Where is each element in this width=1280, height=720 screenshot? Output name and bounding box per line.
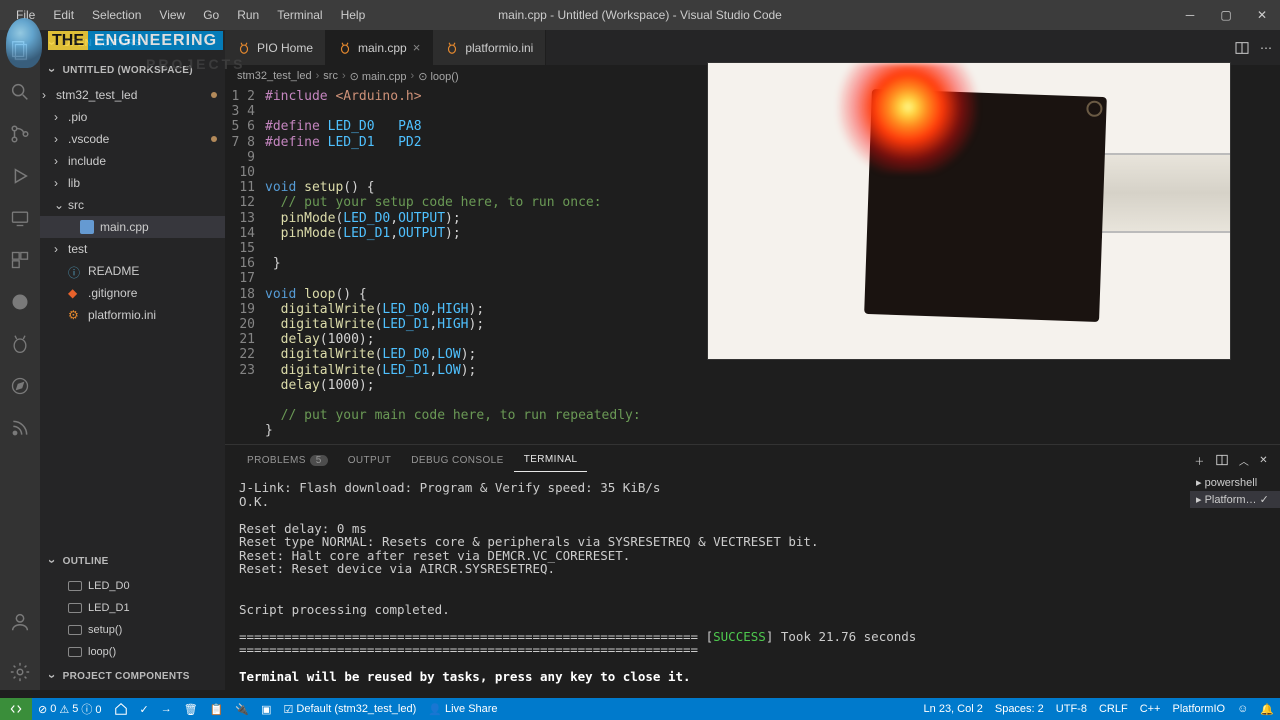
tree-test[interactable]: ›test bbox=[40, 238, 225, 260]
term-session-Platform[interactable]: ▸ Platform… ✓ bbox=[1190, 491, 1280, 508]
project-components-section[interactable]: PROJECT COMPONENTS bbox=[40, 663, 225, 690]
accounts-icon[interactable] bbox=[8, 610, 32, 634]
close-panel-icon[interactable]: ✕ bbox=[1259, 455, 1268, 466]
tree--vscode[interactable]: ›.vscode bbox=[40, 128, 225, 150]
status-errors[interactable]: ⊘0 ⚠5 ⓘ 0 bbox=[32, 698, 108, 720]
platformio-status[interactable]: PlatformIO bbox=[1166, 698, 1231, 720]
maximize-panel-icon[interactable]: ︿ bbox=[1239, 453, 1249, 468]
run-debug-icon[interactable] bbox=[8, 164, 32, 188]
workspace-section[interactable]: UNTITLED (WORKSPACE) bbox=[40, 57, 225, 84]
tree-main-cpp[interactable]: main.cpp bbox=[40, 216, 225, 238]
search-icon[interactable] bbox=[8, 80, 32, 104]
menu-help[interactable]: Help bbox=[333, 4, 374, 26]
panel-tab-problems[interactable]: PROBLEMS5 bbox=[237, 449, 338, 472]
pio-terminal-button[interactable]: ▣ bbox=[255, 698, 277, 720]
panel-tab-debug-console[interactable]: DEBUG CONSOLE bbox=[401, 449, 513, 472]
pio-build-button[interactable]: ✓ bbox=[134, 698, 155, 720]
remote-explorer-icon[interactable] bbox=[8, 206, 32, 230]
pio-env[interactable]: ☑ Default (stm32_test_led) bbox=[278, 698, 423, 720]
outline-list: LED_D0LED_D1setup()loop() bbox=[40, 575, 225, 663]
bottom-panel: PROBLEMS5OUTPUTDEBUG CONSOLETERMINAL ＋ ︿… bbox=[225, 444, 1280, 690]
close-tab-icon[interactable]: × bbox=[413, 40, 421, 55]
feedback-icon[interactable]: ☺ bbox=[1231, 698, 1254, 720]
title-bar: FileEditSelectionViewGoRunTerminalHelp m… bbox=[0, 0, 1280, 30]
compass-icon[interactable] bbox=[8, 374, 32, 398]
menu-selection[interactable]: Selection bbox=[84, 4, 149, 26]
platformio-icon[interactable] bbox=[8, 332, 32, 356]
eol[interactable]: CRLF bbox=[1093, 698, 1134, 720]
menu-view[interactable]: View bbox=[151, 4, 193, 26]
menu-terminal[interactable]: Terminal bbox=[269, 4, 330, 26]
github-icon[interactable] bbox=[8, 290, 32, 314]
cursor-position[interactable]: Ln 23, Col 2 bbox=[918, 698, 989, 720]
tree-lib[interactable]: ›lib bbox=[40, 172, 225, 194]
window-controls: ─ ▢ ✕ bbox=[1172, 0, 1280, 30]
notifications-icon[interactable]: 🔔 bbox=[1254, 698, 1280, 720]
line-numbers: 1 2 3 4 5 6 7 8 9 10 11 12 13 14 15 16 1… bbox=[225, 87, 265, 444]
pio-home-button[interactable] bbox=[108, 698, 134, 720]
menu-file[interactable]: File bbox=[8, 4, 43, 26]
tree-platformio-ini[interactable]: ⚙platformio.ini bbox=[40, 304, 225, 326]
outline-setup[interactable]: setup() bbox=[40, 619, 225, 641]
terminal-sessions: ▸ powershell▸ Platform… ✓ bbox=[1190, 474, 1280, 508]
explorer-icon[interactable] bbox=[8, 38, 32, 62]
file-tree: ›stm32_test_led›.pio›.vscode›include›lib… bbox=[40, 84, 225, 548]
indentation[interactable]: Spaces: 2 bbox=[989, 698, 1050, 720]
hardware-photo bbox=[707, 62, 1231, 360]
split-editor-icon[interactable] bbox=[1234, 40, 1250, 56]
minimize-button[interactable]: ─ bbox=[1172, 0, 1208, 30]
menu-go[interactable]: Go bbox=[195, 4, 227, 26]
tab-pio-home[interactable]: PIO Home bbox=[225, 30, 326, 65]
tab-platformio-ini[interactable]: platformio.ini bbox=[433, 30, 546, 65]
pio-test-button[interactable]: 📋 bbox=[204, 698, 230, 720]
open-editors-section[interactable]: OPEN EDITORS bbox=[40, 30, 225, 57]
menu-edit[interactable]: Edit bbox=[45, 4, 82, 26]
outline-LED_D0[interactable]: LED_D0 bbox=[40, 575, 225, 597]
panel-tab-output[interactable]: OUTPUT bbox=[338, 449, 402, 472]
editor-tabs: PIO Homemain.cpp×platformio.ini ⋯ bbox=[225, 30, 1280, 65]
tab-main-cpp[interactable]: main.cpp× bbox=[326, 30, 433, 65]
ribbon-cable bbox=[1090, 153, 1230, 233]
live-share[interactable]: 👤 Live Share bbox=[422, 698, 503, 720]
tree--pio[interactable]: ›.pio bbox=[40, 106, 225, 128]
feed-icon[interactable] bbox=[8, 416, 32, 440]
panel-tabs: PROBLEMS5OUTPUTDEBUG CONSOLETERMINAL ＋ ︿… bbox=[225, 445, 1280, 475]
outline-section[interactable]: OUTLINE bbox=[40, 548, 225, 575]
source-control-icon[interactable] bbox=[8, 122, 32, 146]
terminal-output[interactable]: J-Link: Flash download: Program & Verify… bbox=[225, 475, 1280, 690]
remote-indicator[interactable] bbox=[0, 698, 32, 720]
tree-src[interactable]: ⌄src bbox=[40, 194, 225, 216]
maximize-button[interactable]: ▢ bbox=[1208, 0, 1244, 30]
more-icon[interactable]: ⋯ bbox=[1260, 41, 1272, 55]
close-button[interactable]: ✕ bbox=[1244, 0, 1280, 30]
new-terminal-icon[interactable]: ＋ bbox=[1194, 453, 1204, 468]
activity-bar bbox=[0, 30, 40, 690]
tree--gitignore[interactable]: ◆.gitignore bbox=[40, 282, 225, 304]
pio-upload-button[interactable]: → bbox=[155, 698, 178, 720]
menu-run[interactable]: Run bbox=[229, 4, 267, 26]
term-session-powershell[interactable]: ▸ powershell bbox=[1190, 474, 1280, 491]
menu-bar: FileEditSelectionViewGoRunTerminalHelp bbox=[8, 4, 373, 26]
tree-include[interactable]: ›include bbox=[40, 150, 225, 172]
outline-LED_D1[interactable]: LED_D1 bbox=[40, 597, 225, 619]
language-mode[interactable]: C++ bbox=[1134, 698, 1167, 720]
outline-loop[interactable]: loop() bbox=[40, 641, 225, 663]
led-glow bbox=[838, 63, 978, 173]
extensions-icon[interactable] bbox=[8, 248, 32, 272]
pio-monitor-button[interactable]: 🔌 bbox=[229, 698, 255, 720]
tree-stm32_test_led[interactable]: ›stm32_test_led bbox=[40, 84, 225, 106]
explorer-sidebar: OPEN EDITORS UNTITLED (WORKSPACE) ›stm32… bbox=[40, 30, 225, 690]
split-terminal-icon[interactable] bbox=[1215, 453, 1229, 467]
pio-clean-button[interactable]: 🗑 bbox=[178, 698, 204, 720]
encoding[interactable]: UTF-8 bbox=[1050, 698, 1093, 720]
tree-README[interactable]: ⓘREADME bbox=[40, 260, 225, 282]
panel-tab-terminal[interactable]: TERMINAL bbox=[514, 448, 588, 472]
settings-gear-icon[interactable] bbox=[8, 660, 32, 684]
status-bar: ⊘0 ⚠5 ⓘ 0 ✓ → 🗑 📋 🔌 ▣ ☑ Default (stm32_t… bbox=[0, 698, 1280, 720]
